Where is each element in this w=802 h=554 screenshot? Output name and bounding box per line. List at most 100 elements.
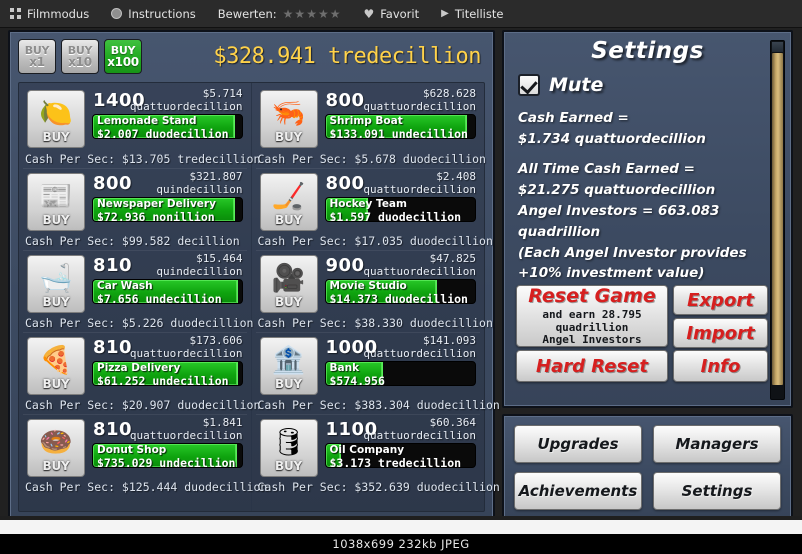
business-buy-icon-button[interactable]: 📰 BUY <box>27 173 85 231</box>
buy-x10-button[interactable]: BUY x10 <box>61 39 99 74</box>
business-row: 📰 BUY 800 $321.807 quindecillion Newspaper De… <box>23 168 247 250</box>
buy-label: BUY <box>275 459 302 473</box>
business-progress-bar[interactable]: Lemonade Stand $2.007 duodecillion <box>92 114 243 139</box>
all-time-cash-value: $21.275 quattuordecillion <box>518 181 716 198</box>
business-value: $574.956 duodecillion <box>329 373 385 386</box>
business-buy-icon-button[interactable]: 🛢 BUY <box>259 419 318 477</box>
business-buy-icon-button[interactable]: 🏒 BUY <box>259 173 318 231</box>
nav-settings-label: Settings <box>681 482 753 500</box>
mute-toggle[interactable]: Mute <box>518 74 603 96</box>
donut-icon: 🍩 <box>39 426 73 458</box>
reset-button-group: Reset Game and earn 28.795 quadrillion Ang… <box>516 285 769 385</box>
buy-label: BUY <box>42 377 70 391</box>
import-label: Import <box>686 322 755 344</box>
cash-earned-label: Cash Earned = <box>518 110 629 126</box>
business-buy-icon-button[interactable]: 🍋 BUY <box>27 90 85 148</box>
buy-x100-button[interactable]: BUY x100 <box>104 39 142 74</box>
business-cash-per-sec: Cash Per Sec: $20.907 duodecillion <box>25 398 261 412</box>
business-progress-bar[interactable]: Pizza Delivery $61.252 undecillion <box>92 361 243 386</box>
info-label: Info <box>700 355 741 377</box>
info-circle-icon <box>111 8 123 19</box>
business-row: 🏒 BUY 800 $2.408 quattuordecillion Hockey Tea… <box>255 168 493 250</box>
business-value: $2.007 duodecillion <box>97 126 229 139</box>
favorit-button[interactable]: ♥ Favorit <box>363 7 419 21</box>
nav-upgrades-button[interactable]: Upgrades <box>514 425 642 463</box>
business-price: $60.364 quattuordecillion <box>356 416 476 443</box>
play-triangle-icon: ▶ <box>441 8 449 19</box>
newspaper-icon: 📰 <box>39 180 73 212</box>
business-buy-icon-button[interactable]: 🍕 BUY <box>27 337 85 395</box>
hockey-icon: 🏒 <box>271 180 306 212</box>
star-rating-icon[interactable]: ★★★★★ <box>283 7 342 21</box>
business-price-unit: quattuordecillion <box>129 428 243 442</box>
business-price-unit: quattuordecillion <box>363 346 476 360</box>
instructions-label: Instructions <box>128 6 196 21</box>
filmmodus-button[interactable]: Filmmodus <box>10 7 89 21</box>
businesses-panel: BUY x1 BUY x10 BUY x100 $328.941 tredeci… <box>8 30 500 519</box>
business-cash-per-sec: Cash Per Sec: $383.304 duodecillion <box>257 398 500 412</box>
business-progress-bar[interactable]: Shrimp Boat $133.091 undecillion <box>324 114 476 139</box>
settings-title: Settings <box>591 38 704 64</box>
image-info-text: 1038x699 232kb JPEG <box>332 537 470 551</box>
buy-label: BUY <box>42 295 70 309</box>
business-progress-bar[interactable]: Car Wash $7.656 undecillion <box>92 279 243 304</box>
business-value: $14.373 duodecillion <box>329 291 468 304</box>
buy-multiplier-group: BUY x1 BUY x10 BUY x100 <box>18 39 142 74</box>
nav-settings-button[interactable]: Settings <box>653 472 781 510</box>
business-price-unit: quattuordecillion <box>363 428 476 442</box>
business-progress-bar[interactable]: Oil Company $3.173 tredecillion <box>324 443 476 468</box>
info-button[interactable]: Info <box>673 350 768 382</box>
viewer-toolbar: Filmmodus Instructions Bewerten: ★★★★★ ♥… <box>0 0 802 28</box>
heart-icon: ♥ <box>363 6 375 21</box>
reset-game-button[interactable]: Reset Game and earn 28.795 quadrillion Ang… <box>516 285 668 347</box>
business-progress-bar[interactable]: Bank$574.956 duodecillion <box>324 361 476 386</box>
business-price: $321.807 quindecillion <box>123 170 242 197</box>
cash-earned-value: $1.734 quattuordecillion <box>518 130 706 147</box>
mute-checkbox-icon[interactable] <box>518 74 540 96</box>
buy-label: BUY <box>275 130 302 144</box>
business-buy-icon-button[interactable]: 🛁 BUY <box>27 255 85 313</box>
business-value: $1.597 duodecillion <box>329 209 462 222</box>
business-buy-icon-button[interactable]: 🦐 BUY <box>259 90 318 148</box>
all-time-cash-label: All Time Cash Earned = <box>518 160 695 177</box>
settings-scrollbar[interactable] <box>770 40 785 400</box>
business-row: 🛢 BUY 1100 $60.364 quattuordecillion Oil Comp… <box>255 414 500 496</box>
reset-game-label: Reset Game <box>528 284 656 307</box>
business-cash-per-sec: Cash Per Sec: $5.226 duodecillion <box>25 316 254 330</box>
business-cash-per-sec: Cash Per Sec: $38.330 duodecillion <box>257 316 493 330</box>
business-list: 🍋 BUY 1400 $5.714 quattuordecillion Lemonade … <box>18 82 500 512</box>
nav-achievements-button[interactable]: Achievements <box>514 472 642 510</box>
buy-x1-button[interactable]: BUY x1 <box>18 39 56 74</box>
business-progress-bar[interactable]: Donut Shop $735.029 undecillion <box>92 443 243 468</box>
instructions-button[interactable]: Instructions <box>111 7 196 21</box>
business-cash-per-sec: Cash Per Sec: $125.444 duodecillion <box>25 480 268 494</box>
export-button[interactable]: Export <box>673 285 768 315</box>
viewer-lightbar <box>0 520 802 534</box>
hard-reset-button[interactable]: Hard Reset <box>516 350 668 382</box>
scrollbar-thumb[interactable] <box>772 53 783 385</box>
titelliste-button[interactable]: ▶ Titelliste <box>441 7 503 21</box>
buy-label: BUY <box>42 130 70 144</box>
business-row: 🏦 BUY 1000 $141.093 quattuordecillion Bank $57… <box>255 332 500 414</box>
business-progress-bar[interactable]: Newspaper Delivery $72.936 nonillion <box>92 197 243 222</box>
business-progress-bar[interactable]: Hockey Team $1.597 duodecillion <box>324 197 476 222</box>
export-label: Export <box>687 289 754 311</box>
business-name: Newspaper Delivery <box>97 198 216 210</box>
titelliste-label: Titelliste <box>454 6 504 21</box>
business-row: 🍋 BUY 1400 $5.714 quattuordecillion Lemonade … <box>23 86 260 168</box>
rating-control[interactable]: Bewerten: ★★★★★ <box>218 7 342 21</box>
business-buy-icon-button[interactable]: 🎥 BUY <box>259 255 318 313</box>
business-price: $47.825 quattuordecillion <box>356 252 476 279</box>
settings-panel: Settings Mute Cash Earned = $1.734 quatt… <box>502 30 793 408</box>
business-name: Lemonade Stand <box>97 115 197 127</box>
business-progress-bar[interactable]: Movie Studio $14.373 duodecillion <box>324 279 476 304</box>
business-buy-icon-button[interactable]: 🍩 BUY <box>27 419 85 477</box>
business-name: Hockey Team <box>329 198 407 210</box>
business-buy-icon-button[interactable]: 🏦 BUY <box>259 337 318 395</box>
business-name: Bank <box>329 362 360 374</box>
import-button[interactable]: Import <box>673 318 768 348</box>
nav-managers-label: Managers <box>675 435 759 453</box>
image-viewer-window: Filmmodus Instructions Bewerten: ★★★★★ ♥… <box>0 0 802 554</box>
nav-managers-button[interactable]: Managers <box>653 425 781 463</box>
business-value: $7.656 undecillion <box>97 291 222 304</box>
